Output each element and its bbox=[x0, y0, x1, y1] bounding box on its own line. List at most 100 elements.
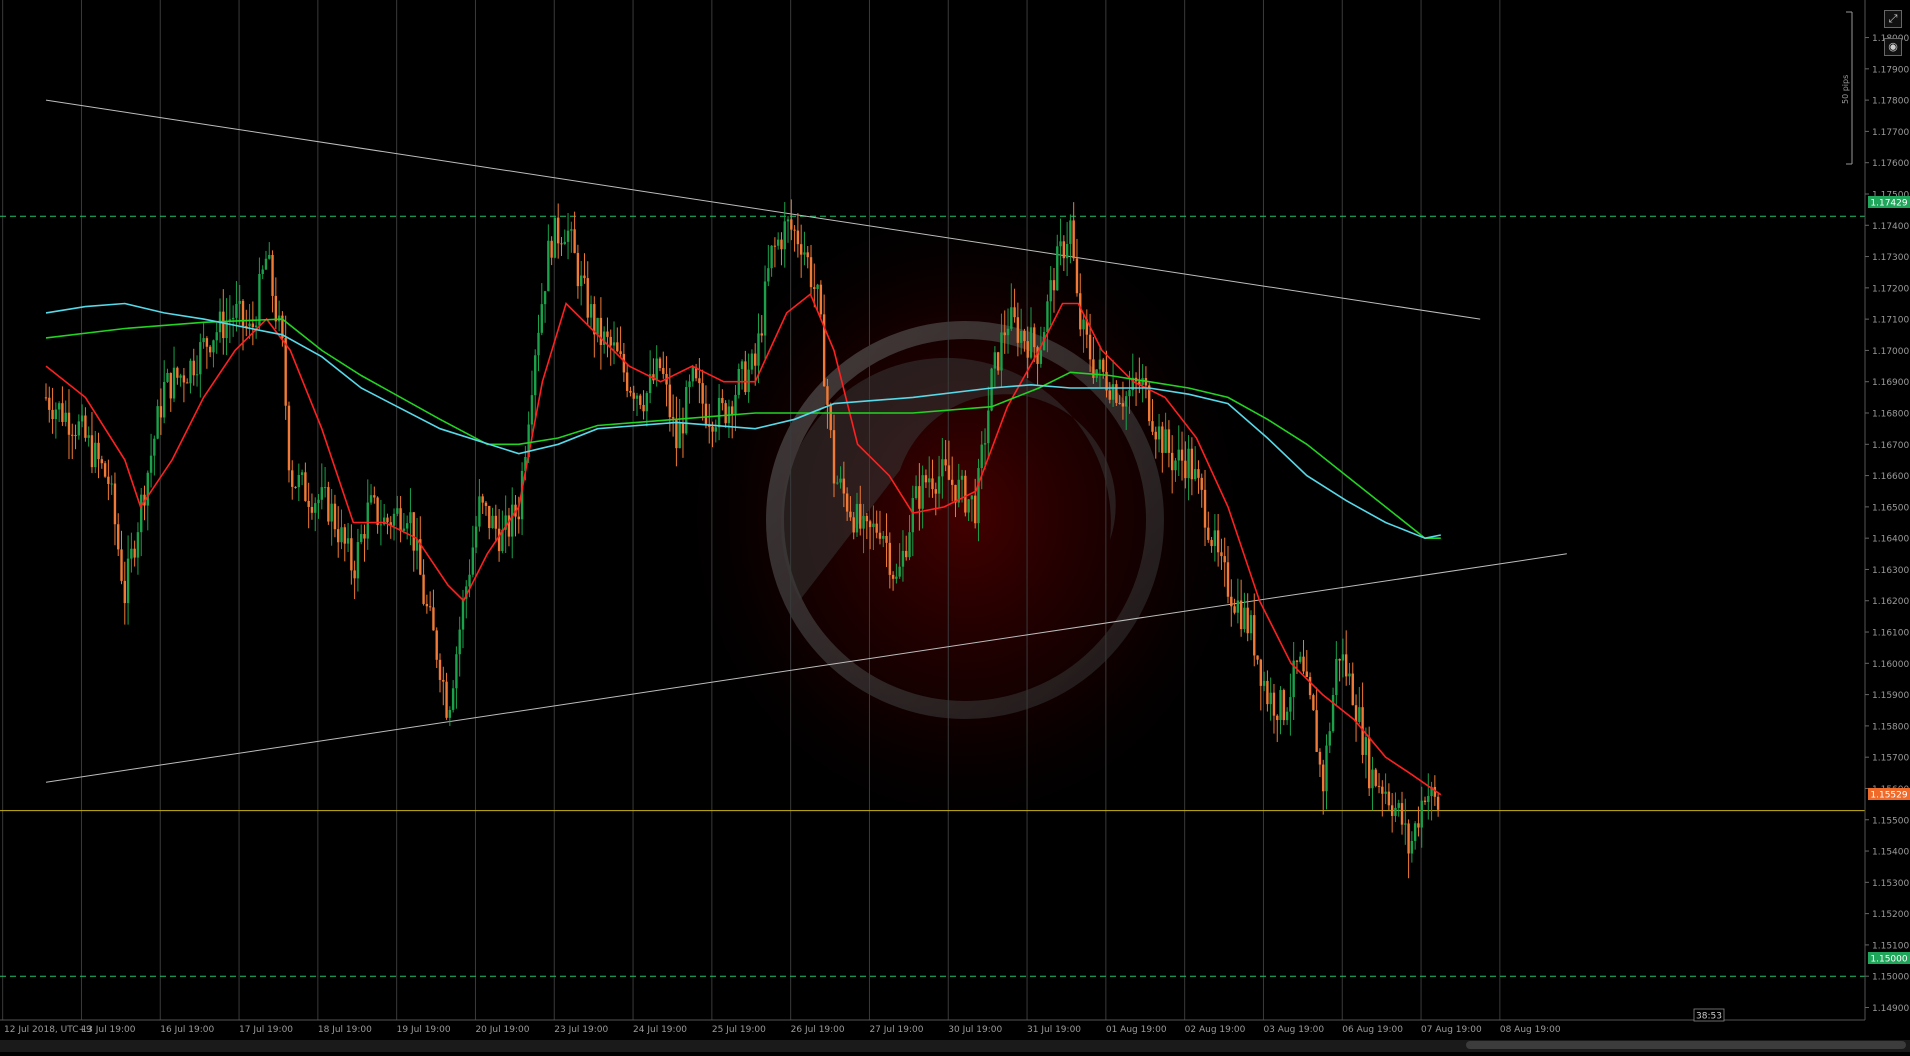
candle-body bbox=[901, 550, 905, 567]
time-tick-label: 02 Aug 19:00 bbox=[1185, 1025, 1246, 1035]
candle-body bbox=[304, 472, 307, 501]
candle-body bbox=[566, 230, 570, 242]
candle-body bbox=[754, 353, 757, 366]
candle-body bbox=[878, 532, 882, 539]
candle-body bbox=[468, 574, 471, 587]
camera-icon[interactable]: ◉ bbox=[1884, 38, 1902, 56]
candle-body bbox=[166, 372, 169, 382]
candle-body bbox=[803, 252, 806, 255]
candle-body bbox=[1151, 421, 1154, 432]
candle-body bbox=[1367, 737, 1371, 789]
candle-body bbox=[1121, 403, 1125, 407]
candle-body bbox=[530, 395, 534, 425]
candle-body bbox=[1420, 800, 1423, 828]
candle-body bbox=[891, 574, 895, 579]
time-tick-label: 13 Jul 19:00 bbox=[81, 1025, 135, 1035]
candle-body bbox=[146, 472, 149, 506]
candle-body bbox=[704, 403, 708, 425]
candle-body bbox=[1305, 671, 1308, 677]
candle-body bbox=[117, 524, 120, 550]
candle-body bbox=[107, 476, 110, 484]
time-tick-label: 19 Jul 19:00 bbox=[397, 1025, 451, 1035]
candle-body bbox=[954, 484, 957, 503]
candle-body bbox=[366, 502, 369, 539]
candle-body bbox=[714, 427, 717, 432]
candle-body bbox=[61, 403, 64, 422]
candle-body bbox=[1226, 562, 1230, 597]
candle-body bbox=[77, 421, 81, 436]
candle-body bbox=[865, 515, 869, 522]
candle-body bbox=[1427, 796, 1430, 803]
candle-body bbox=[435, 630, 438, 660]
candle-body bbox=[609, 336, 612, 346]
candle-body bbox=[67, 412, 71, 435]
candle-body bbox=[1249, 615, 1253, 634]
candle-body bbox=[287, 405, 291, 471]
candle-body bbox=[1197, 469, 1200, 478]
candle-body bbox=[993, 352, 997, 369]
price-tick-label: 1.17900 bbox=[1872, 65, 1909, 75]
scrollbar-thumb[interactable] bbox=[1466, 1041, 1906, 1049]
candle-body bbox=[251, 323, 255, 328]
expand-icon[interactable]: ⤢ bbox=[1884, 10, 1902, 28]
candle-body bbox=[445, 681, 448, 718]
candle-body bbox=[796, 230, 800, 245]
candle-body bbox=[1118, 402, 1121, 404]
candle-body bbox=[1272, 692, 1276, 716]
time-tick-label: 18 Jul 19:00 bbox=[318, 1025, 372, 1035]
candle-body bbox=[1233, 606, 1236, 613]
candle-body bbox=[1417, 823, 1420, 828]
candle-body bbox=[964, 475, 967, 513]
candle-body bbox=[442, 679, 445, 682]
candle-body bbox=[399, 508, 402, 531]
candle-body bbox=[1125, 396, 1128, 407]
candle-body bbox=[576, 252, 580, 287]
candle-body bbox=[868, 521, 872, 528]
chart-window[interactable]: 1.180001.179001.178001.177001.176001.175… bbox=[0, 0, 1910, 1052]
candle-body bbox=[1410, 840, 1414, 854]
candle-body bbox=[291, 470, 294, 487]
candle-body bbox=[921, 475, 924, 509]
price-axis[interactable]: 1.180001.179001.178001.177001.176001.175… bbox=[1841, 0, 1909, 1020]
candle-body bbox=[271, 254, 274, 296]
time-tick-label: 06 Aug 19:00 bbox=[1342, 1025, 1403, 1035]
candle-body bbox=[586, 278, 589, 318]
price-tick-label: 1.16000 bbox=[1872, 660, 1909, 670]
candle-body bbox=[987, 410, 990, 444]
candle-body bbox=[970, 495, 974, 500]
candle-body bbox=[356, 542, 360, 579]
candle-body bbox=[813, 287, 816, 289]
candle-body bbox=[1170, 452, 1174, 471]
candle-body bbox=[724, 403, 727, 424]
candle-body bbox=[100, 459, 104, 464]
candle-body bbox=[734, 394, 737, 415]
time-tick-label: 30 Jul 19:00 bbox=[948, 1025, 1002, 1035]
candle-body bbox=[1180, 449, 1184, 461]
candle-body bbox=[474, 526, 478, 548]
candle-body bbox=[534, 355, 537, 396]
candle-body bbox=[1115, 384, 1118, 403]
candle-body bbox=[639, 395, 642, 405]
candle-body bbox=[606, 331, 609, 337]
candle-body bbox=[215, 332, 218, 341]
time-axis[interactable]: 12 Jul 2018, UTC+913 Jul 19:00 16 Jul 19:… bbox=[0, 1019, 1865, 1035]
candle-body bbox=[294, 486, 297, 488]
candle-body bbox=[951, 479, 954, 485]
candle-body bbox=[1262, 680, 1266, 686]
price-chart[interactable]: 1.180001.179001.178001.177001.176001.175… bbox=[0, 0, 1910, 1052]
candle-body bbox=[543, 291, 547, 305]
candle-body bbox=[632, 392, 635, 399]
price-tick-label: 1.15500 bbox=[1872, 816, 1909, 826]
candle-body bbox=[934, 489, 937, 494]
candle-body bbox=[471, 547, 475, 575]
candle-body bbox=[1223, 556, 1226, 563]
price-tick-label: 1.14900 bbox=[1872, 1004, 1909, 1014]
candle-body bbox=[481, 496, 484, 503]
candle-body bbox=[54, 409, 58, 420]
candle-body bbox=[776, 239, 780, 246]
candle-body bbox=[662, 368, 665, 374]
candle-body bbox=[1056, 246, 1059, 291]
candle-body bbox=[1381, 786, 1384, 794]
candle-body bbox=[254, 325, 258, 328]
candle-body bbox=[346, 538, 350, 544]
